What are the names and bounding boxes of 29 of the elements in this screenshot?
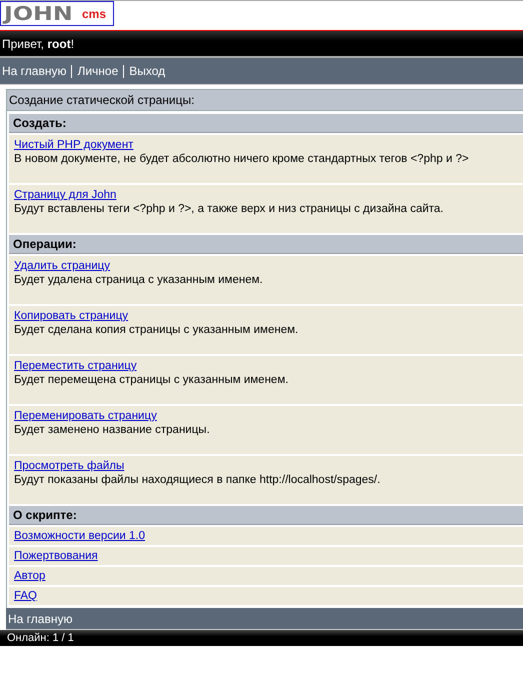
item-link[interactable]: Чистый PHP документ [14, 139, 134, 151]
section-header: Создать: [9, 114, 523, 133]
greeting-text: Привет, root! [2, 36, 74, 50]
item-link[interactable]: Автор [14, 570, 46, 582]
item-link[interactable]: Просмотреть файлы [14, 460, 124, 472]
logo[interactable]: JOHN cms [0, 1, 114, 26]
item-description: Будет сделана копия страницы с указанным именем. [14, 323, 300, 337]
nav-link[interactable]: Личное [77, 64, 118, 78]
home-link[interactable]: На главную [8, 612, 72, 626]
section-header: Операции: [9, 235, 523, 254]
item-link[interactable]: FAQ [14, 590, 38, 602]
item-link[interactable]: Удалить страницу [14, 260, 110, 272]
item-link[interactable]: Пожертвования [14, 550, 98, 562]
item-link[interactable]: Копировать страницу [14, 310, 128, 322]
item-description: Будет удалена страница с указанным именем. [14, 273, 264, 287]
online-count: Онлайн: 1 / 1 [7, 632, 74, 644]
section-header: О скрипте: [9, 506, 523, 525]
item-description: Будет заменено название страницы. [14, 423, 211, 437]
nav-link[interactable]: Выход [129, 64, 166, 78]
item-description: Будут вставлены теги <?php и ?>, а также верх и низ страницы с дизайна сайта. [14, 202, 445, 216]
item-description: Будет перемещена страницы с указанным именем. [14, 373, 290, 387]
item-link[interactable]: Страницу для John [14, 189, 116, 201]
item-link[interactable]: Возможности версии 1.0 [14, 530, 146, 542]
page-title: Создание статической страницы: [7, 90, 523, 111]
item-link[interactable]: Переместить страницу [14, 360, 137, 372]
item-description: В новом документе, не будет абсолютно ничего кроме стандартных тегов <?php и ?> [14, 152, 470, 166]
item-description: Будут показаны файлы находящиеся в папке http://localhost/spages/. [14, 473, 382, 487]
nav-link[interactable]: На главную [2, 64, 66, 78]
item-link[interactable]: Переменировать страницу [14, 410, 157, 422]
